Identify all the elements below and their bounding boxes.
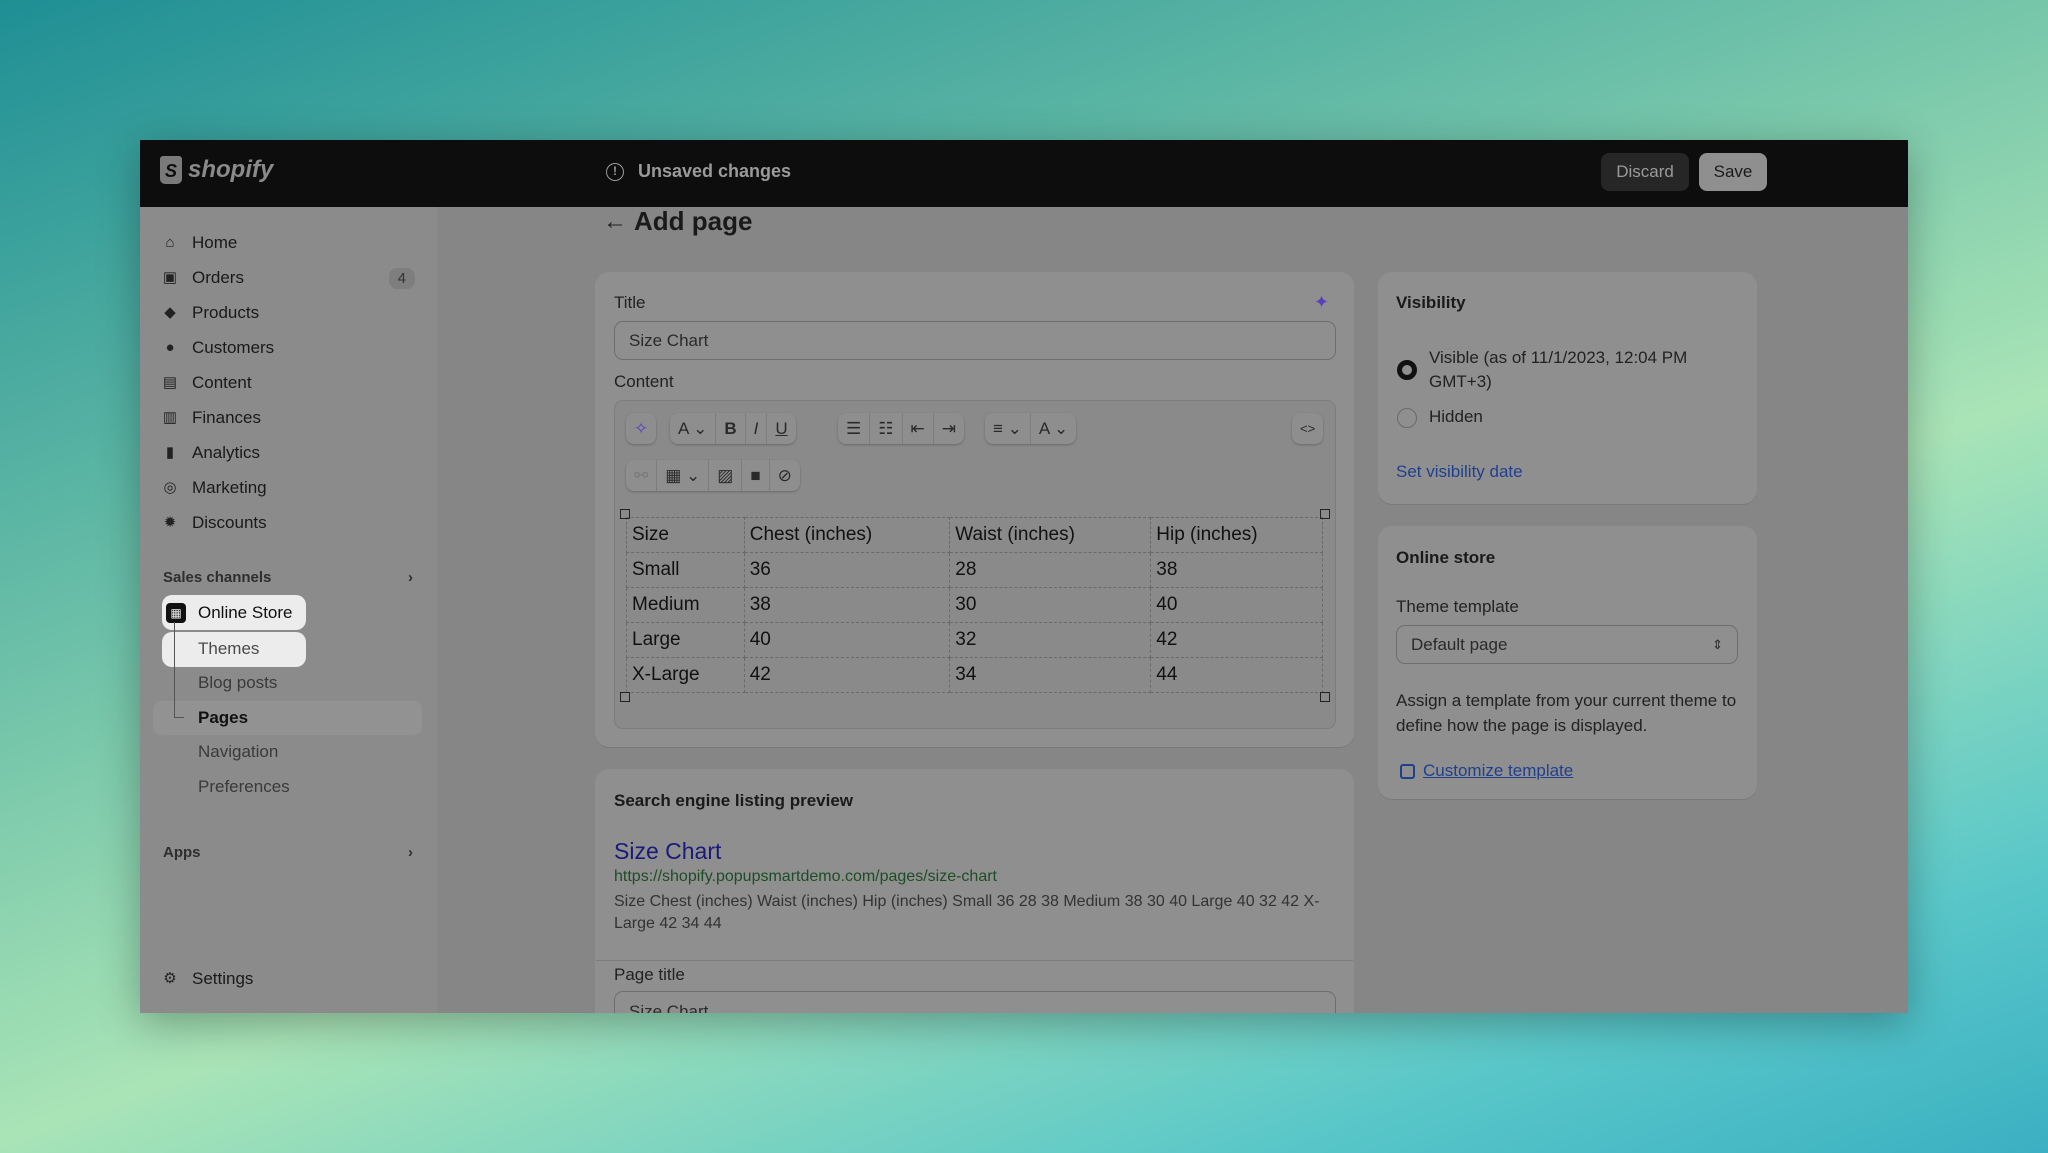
sidebar: ⌂ Home ▣ Orders 4 ◆ Products ● Customers ▤ Con… xyxy=(140,207,437,1013)
sidebar-item-marketing[interactable]: ◎ Marketing xyxy=(162,472,266,504)
discard-button[interactable]: Discard xyxy=(1601,153,1689,191)
page-title: Add page xyxy=(634,206,753,236)
sidebar-item-preferences[interactable]: Preferences xyxy=(198,771,290,803)
seo-heading: Search engine listing preview xyxy=(614,791,854,810)
visible-radio[interactable] xyxy=(1397,360,1417,380)
ai-generate-icon[interactable]: ✧ xyxy=(626,413,656,444)
text-color-icon[interactable]: A ⌄ xyxy=(1031,413,1076,444)
divider xyxy=(596,960,1353,961)
target-icon: ◎ xyxy=(163,479,177,496)
tag-icon: ◆ xyxy=(164,304,176,321)
resize-handle[interactable] xyxy=(1320,692,1330,702)
sidebar-item-content[interactable]: ▤ Content xyxy=(162,367,252,399)
person-icon: ● xyxy=(165,339,175,356)
sidebar-item-pages[interactable]: Pages xyxy=(198,702,248,734)
hidden-radio[interactable] xyxy=(1397,408,1417,428)
sidebar-item-navigation[interactable]: Navigation xyxy=(198,736,278,768)
sidebar-item-products[interactable]: ◆ Products xyxy=(162,297,259,329)
outdent-icon[interactable]: ⇤ xyxy=(903,413,934,444)
template-icon xyxy=(1400,763,1415,779)
table-row: Small 36 28 38 xyxy=(626,552,1323,588)
orders-icon: ▣ xyxy=(162,269,178,286)
clear-format-icon[interactable]: ⊘ xyxy=(770,460,800,491)
sidebar-item-online-store[interactable]: ▦ Online Store xyxy=(162,595,306,630)
home-icon: ⌂ xyxy=(165,234,175,251)
sidebar-item-analytics[interactable]: ▮ Analytics xyxy=(162,437,260,469)
apps-header[interactable]: Apps › xyxy=(163,844,413,861)
seo-description-preview: Size Chest (inches) Waist (inches) Hip (… xyxy=(614,893,1320,932)
bar-chart-icon: ▮ xyxy=(165,444,175,461)
pages-selected-bg xyxy=(153,701,422,735)
align-icon[interactable]: ≡ ⌄ xyxy=(985,413,1031,444)
size-chart-table[interactable]: Size Chest (inches) Waist (inches) Hip (inc… xyxy=(626,517,1323,693)
sidebar-item-discounts[interactable]: ✹ Discounts xyxy=(162,507,267,539)
resize-handle[interactable] xyxy=(620,692,630,702)
page-title-input[interactable]: Size Chart xyxy=(614,991,1336,1013)
page-title-label: Page title xyxy=(614,965,685,984)
customize-template-link[interactable]: Customize template xyxy=(1400,761,1573,781)
bold-icon[interactable]: B xyxy=(716,413,746,444)
numbered-list-icon[interactable]: ☷ xyxy=(870,413,903,444)
save-button[interactable]: Save xyxy=(1699,153,1767,191)
online-store-heading: Online store xyxy=(1396,548,1496,567)
shopify-bag-icon: S xyxy=(160,156,182,184)
content-label: Content xyxy=(614,372,674,391)
sidebar-item-themes[interactable]: Themes xyxy=(198,633,259,665)
title-label: Title xyxy=(614,293,646,312)
sidebar-item-home[interactable]: ⌂ Home xyxy=(162,227,237,259)
table-icon[interactable]: ▦ ⌄ xyxy=(657,460,710,491)
shopify-logo: S shopify xyxy=(160,156,273,184)
link-icon[interactable]: ⚯ xyxy=(626,460,658,491)
video-icon[interactable]: ■ xyxy=(742,460,770,491)
html-code-icon[interactable]: <> xyxy=(1292,413,1323,444)
bank-icon: ▥ xyxy=(162,409,178,426)
seo-title-preview: Size Chart xyxy=(614,838,722,864)
sidebar-item-blog-posts[interactable]: Blog posts xyxy=(198,667,277,699)
tree-line xyxy=(174,622,175,718)
table-row: X-Large 42 34 44 xyxy=(626,657,1323,693)
ai-sparkle-icon[interactable]: ✦ xyxy=(1314,292,1329,313)
store-icon: ▦ xyxy=(166,602,186,623)
app-window: S shopify ! Unsaved changes Discard Save… xyxy=(140,140,1908,1013)
back-arrow-icon[interactable]: ← xyxy=(603,208,627,236)
top-bar: S shopify ! Unsaved changes Discard Save xyxy=(140,140,1908,207)
theme-template-label: Theme template xyxy=(1396,597,1519,616)
table-row: Medium 38 30 40 xyxy=(626,587,1323,623)
sales-channels-header[interactable]: Sales channels › xyxy=(163,569,413,586)
visibility-heading: Visibility xyxy=(1396,293,1466,312)
gear-icon: ⚙ xyxy=(163,970,177,987)
title-input[interactable]: Size Chart xyxy=(614,321,1336,360)
theme-template-help: Assign a template from your current them… xyxy=(1396,691,1737,735)
resize-handle[interactable] xyxy=(1320,509,1330,519)
sidebar-item-customers[interactable]: ● Customers xyxy=(162,332,274,364)
discount-icon: ✹ xyxy=(163,514,177,531)
sidebar-item-orders[interactable]: ▣ Orders 4 xyxy=(162,262,415,294)
sidebar-item-finances[interactable]: ▥ Finances xyxy=(162,402,261,434)
table-header-row: Size Chest (inches) Waist (inches) Hip (inc… xyxy=(626,517,1323,553)
hidden-label: Hidden xyxy=(1429,407,1483,426)
image-icon[interactable]: ▨ xyxy=(709,460,743,491)
italic-icon[interactable]: I xyxy=(746,413,768,444)
tree-arrow-icon xyxy=(174,717,184,718)
theme-template-select[interactable]: Default page ⇕ xyxy=(1396,625,1738,664)
visible-label: Visible (as of 11/1/2023, 12:04 PM GMT+3… xyxy=(1429,348,1688,391)
orders-count-badge: 4 xyxy=(388,267,415,289)
chevron-right-icon: › xyxy=(408,844,413,861)
indent-icon[interactable]: ⇥ xyxy=(934,413,964,444)
font-icon[interactable]: A ⌄ xyxy=(670,413,717,444)
set-visibility-date-link[interactable]: Set visibility date xyxy=(1396,462,1523,482)
info-icon: ! xyxy=(606,162,624,181)
select-chevron-icon: ⇕ xyxy=(1712,636,1723,652)
table-row: Large 40 32 42 xyxy=(626,622,1323,658)
content-icon: ▤ xyxy=(162,374,178,391)
seo-url-preview: https://shopify.popupsmartdemo.com/pages… xyxy=(614,868,997,885)
sidebar-item-settings[interactable]: ⚙ Settings xyxy=(162,963,253,995)
resize-handle[interactable] xyxy=(620,509,630,519)
underline-icon[interactable]: U xyxy=(767,413,795,444)
chevron-right-icon: › xyxy=(408,569,413,586)
unsaved-status: ! Unsaved changes xyxy=(606,161,791,182)
bullet-list-icon[interactable]: ☰ xyxy=(838,413,871,444)
